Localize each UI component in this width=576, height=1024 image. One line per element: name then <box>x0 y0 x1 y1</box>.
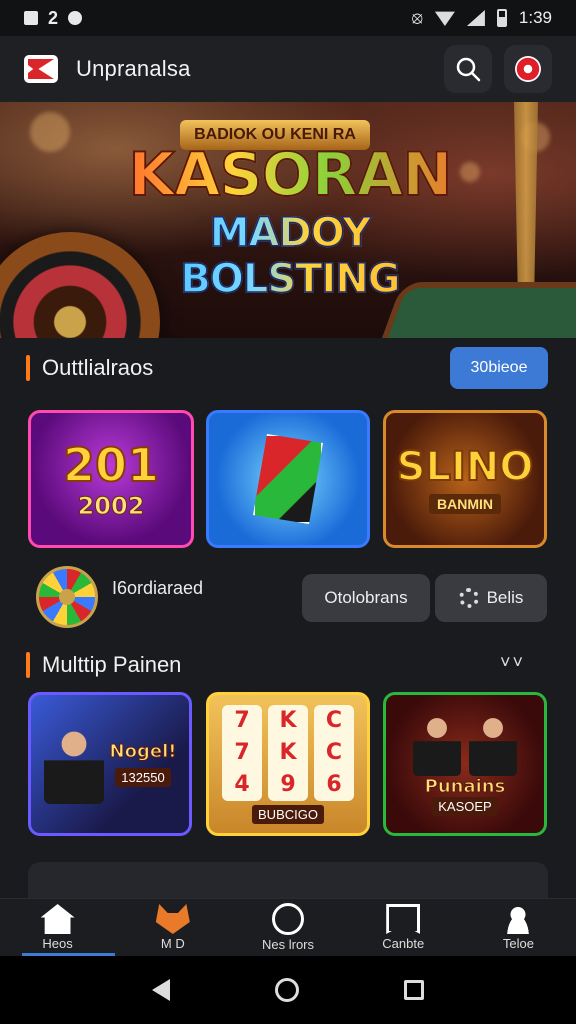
nav-label: Teloe <box>502 936 534 951</box>
section-title-1: Outtlialraos <box>42 355 154 380</box>
bottom-nav: Heos M D Nes lrors Canbte Teloe <box>0 898 576 956</box>
game-tile-1-title: 201 <box>62 437 160 493</box>
app-notification-icon <box>68 11 83 25</box>
see-all-button[interactable]: 30bieoe <box>450 347 548 389</box>
status-time: 1:39 <box>518 8 552 27</box>
ticket-icon <box>253 434 323 524</box>
gear-icon <box>458 588 479 608</box>
section-accent <box>26 652 30 678</box>
promo-button-2-label: Belis <box>486 588 524 607</box>
player-figure <box>413 712 461 776</box>
nav-label: M D <box>160 936 185 951</box>
promo-row-label: I6ordiaraed <box>112 578 204 598</box>
section-header-2: Multtip Painen <box>26 652 181 678</box>
nav-label: Heos <box>42 936 73 951</box>
slot-reel: C C 6 <box>314 704 354 801</box>
back-icon[interactable] <box>152 979 171 1001</box>
game-tile-3-sub: BANMIN <box>429 494 501 514</box>
app-header: Unpranalsa <box>0 36 576 102</box>
game-tile-1-sub: 2002 <box>77 492 145 521</box>
status-bar: 2 ⦻ 1:39 <box>0 0 576 36</box>
reel-symbol: 6 <box>326 772 342 797</box>
nav-label: Canbte <box>382 936 425 951</box>
banner-title: KASORAN <box>100 139 480 211</box>
status-left-text: 2 <box>48 7 59 28</box>
banner-subtitle: MADOY BOLSTING <box>100 209 480 303</box>
signal-icon <box>466 10 485 26</box>
game-tile-3-title: SLINO <box>396 443 535 491</box>
player-figure <box>469 712 517 776</box>
dealer-figure <box>43 724 104 804</box>
nav-games[interactable]: M D <box>115 899 230 956</box>
casino-chip-icon <box>515 56 541 82</box>
recents-icon[interactable] <box>403 980 424 1000</box>
reel-symbol: 9 <box>280 772 296 797</box>
search-icon <box>456 57 481 82</box>
app-logo[interactable] <box>24 55 58 83</box>
slot-reel: K K 9 <box>268 704 308 801</box>
nav-profile[interactable]: Teloe <box>461 899 576 956</box>
nav-cards[interactable]: Canbte <box>346 899 461 956</box>
reel-symbol: 7 <box>234 708 250 733</box>
game-tile-5-caption: BUBCIGO <box>252 804 324 824</box>
game-tile-2[interactable] <box>206 410 370 548</box>
profile-icon <box>501 904 536 934</box>
promo-button-1[interactable]: Otolobrans <box>302 574 430 622</box>
section-header-1: Outtlialraos <box>26 355 153 381</box>
notification-icon <box>24 11 38 25</box>
game-tile-6-title: Punains <box>424 776 506 798</box>
reel-symbol: 4 <box>234 772 250 797</box>
game-tile-4[interactable]: Nogel! 132550 <box>28 692 192 836</box>
chat-icon <box>272 903 304 935</box>
game-tile-3[interactable]: SLINO BANMIN <box>383 410 547 548</box>
home-icon <box>40 904 75 934</box>
game-tile-4-title: Nogel! <box>109 741 177 763</box>
game-tile-1[interactable]: 201 2002 <box>28 410 194 548</box>
section-title-2: Multtip Painen <box>42 652 182 677</box>
reel-symbol: C <box>325 740 343 765</box>
home-button-icon[interactable] <box>274 978 299 1002</box>
partial-content-strip <box>28 862 548 902</box>
promo-banner[interactable]: BADIOK OU KENI RA KASORAN MADOY BOLSTING <box>0 102 576 338</box>
nav-home[interactable]: Heos <box>0 899 116 956</box>
reel-symbol: K <box>279 708 297 733</box>
game-tile-5[interactable]: 7 7 4 K K 9 C C 6 BUBCIGO <box>206 692 370 836</box>
cards-icon <box>386 904 421 934</box>
search-button[interactable] <box>444 45 492 93</box>
reel-symbol: C <box>325 708 343 733</box>
bokeh-light <box>30 112 70 152</box>
chevron-down-icon[interactable]: ˅˅ <box>500 652 525 673</box>
game-tile-4-tag: 132550 <box>115 768 171 787</box>
fortune-wheel-icon[interactable] <box>36 566 98 628</box>
game-tile-6-sub: KASOEP <box>432 797 498 816</box>
battery-icon <box>496 9 507 27</box>
app-title: Unpranalsa <box>76 56 191 81</box>
promo-button-1-label: Otolobrans <box>324 588 408 607</box>
slot-reel: 7 7 4 <box>222 704 262 801</box>
system-nav-bar <box>0 956 576 1024</box>
vibrate-icon: ⦻ <box>411 8 423 27</box>
slot-reels: 7 7 4 K K 9 C C 6 <box>222 704 354 801</box>
section-accent <box>26 355 30 381</box>
game-tile-6[interactable]: Punains KASOEP <box>383 692 547 836</box>
nav-messages[interactable]: Nes lrors <box>230 899 345 956</box>
fox-icon <box>155 904 190 934</box>
reel-symbol: K <box>279 740 297 765</box>
nav-label: Nes lrors <box>262 937 315 952</box>
reel-symbol: 7 <box>234 740 250 765</box>
wifi-icon <box>434 11 455 26</box>
profile-chip-button[interactable] <box>504 45 552 93</box>
promo-button-2[interactable]: Belis <box>435 574 547 622</box>
